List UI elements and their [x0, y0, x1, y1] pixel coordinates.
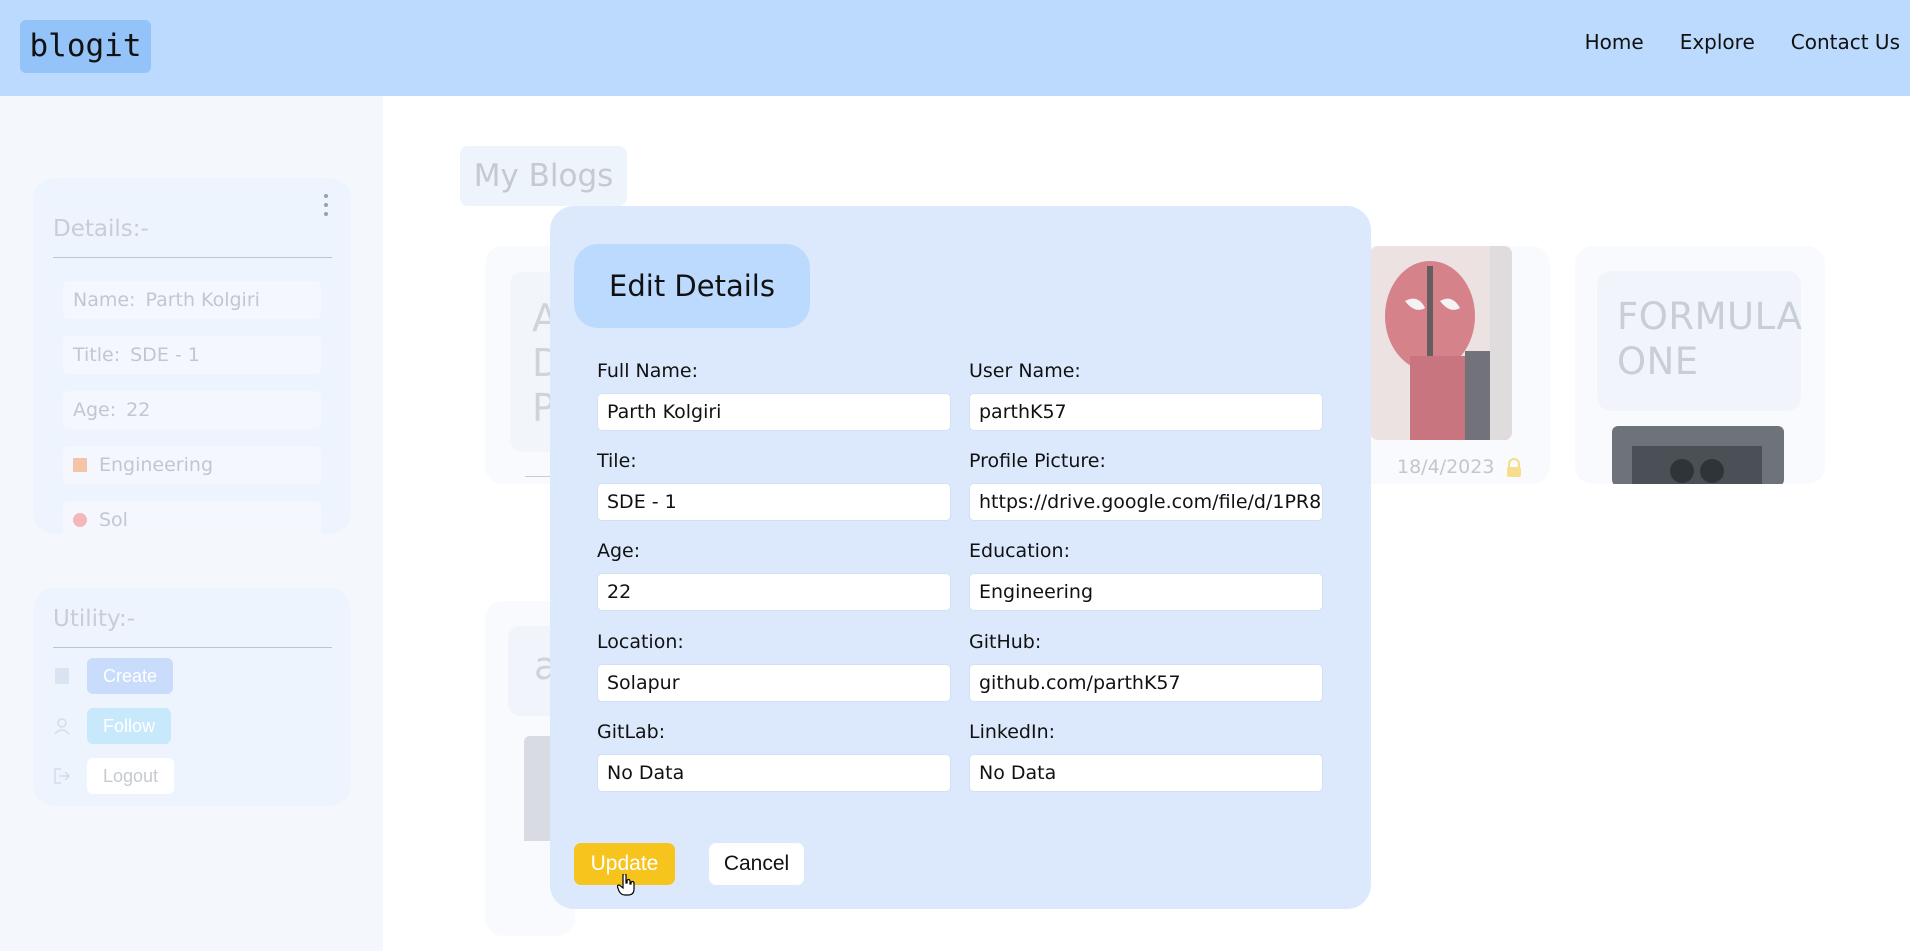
linkedin-label: LinkedIn:	[969, 721, 1056, 743]
more-options-icon[interactable]	[323, 194, 329, 216]
detail-title: Title: SDE - 1	[63, 336, 321, 374]
title-label: Tile:	[597, 450, 637, 472]
gitlab-input[interactable]: No Data	[597, 754, 951, 792]
detail-age-label: Age:	[73, 399, 117, 421]
full-name-field: Full Name: Parth Kolgiri	[597, 358, 951, 431]
user-name-field: User Name: parthK57	[969, 358, 1323, 431]
title-input[interactable]: SDE - 1	[597, 483, 951, 521]
create-row: Create	[53, 658, 174, 694]
building-icon	[73, 458, 87, 472]
title-field: Tile: SDE - 1	[597, 448, 951, 521]
details-divider	[53, 257, 332, 258]
education-input[interactable]: Engineering	[969, 573, 1323, 611]
detail-title-value: SDE - 1	[130, 344, 200, 366]
details-card: Details:- Name: Parth Kolgiri Title: SDE -…	[33, 178, 351, 534]
nav-explore-link[interactable]: Explore	[1680, 30, 1755, 54]
logout-row: Logout	[53, 758, 175, 794]
user-name-input[interactable]: parthK57	[969, 393, 1323, 431]
my-blogs-heading: My Blogs	[460, 146, 627, 206]
full-name-label: Full Name:	[597, 360, 698, 382]
detail-education-value: Engineering	[99, 454, 213, 476]
formula-title: FORMULA ONE	[1617, 294, 1802, 384]
edit-details-modal: Edit Details Full Name: Parth Kolgiri Us…	[550, 206, 1371, 909]
age-field: Age: 22	[597, 538, 951, 611]
github-label: GitHub:	[969, 631, 1042, 653]
formula-title-line-2: ONE	[1617, 340, 1699, 383]
location-pin-icon	[73, 513, 87, 527]
hand-cursor-icon	[617, 874, 635, 896]
user-name-label: User Name:	[969, 360, 1081, 382]
main-nav: Home Explore Contact Us	[1585, 30, 1900, 54]
detail-name-label: Name:	[73, 289, 136, 311]
location-input[interactable]: Solapur	[597, 664, 951, 702]
detail-education: Engineering	[63, 446, 321, 484]
logout-icon	[54, 768, 71, 784]
gitlab-label: GitLab:	[597, 721, 666, 743]
profile-picture-label: Profile Picture:	[969, 450, 1106, 472]
cancel-button[interactable]: Cancel	[709, 843, 804, 885]
profile-picture-field: Profile Picture: https://drive.google.co…	[969, 448, 1323, 521]
education-field: Education: Engineering	[969, 538, 1323, 611]
location-field: Location: Solapur	[597, 629, 951, 702]
github-input[interactable]: github.com/parthK57	[969, 664, 1323, 702]
utility-divider	[53, 647, 332, 648]
detail-age: Age: 22	[63, 391, 321, 429]
detail-name: Name: Parth Kolgiri	[63, 281, 321, 319]
detail-location-value: Sol	[99, 509, 128, 531]
lock-icon	[1507, 458, 1521, 477]
create-button[interactable]: Create	[87, 658, 174, 694]
utility-card-title: Utility:-	[53, 606, 136, 632]
blog-date: 18/4/2023	[1397, 456, 1495, 478]
education-label: Education:	[969, 540, 1070, 562]
full-name-input[interactable]: Parth Kolgiri	[597, 393, 951, 431]
gitlab-field: GitLab: No Data	[597, 719, 951, 792]
utility-card: Utility:- Create Follow Logout	[33, 588, 351, 806]
linkedin-input[interactable]: No Data	[969, 754, 1323, 792]
linkedin-field: LinkedIn: No Data	[969, 719, 1323, 792]
blog-card-formula-one[interactable]: FORMULA ONE	[1575, 246, 1825, 484]
formula-one-image	[1612, 426, 1784, 484]
follow-row: Follow	[53, 708, 172, 744]
age-label: Age:	[597, 540, 641, 562]
user-icon	[54, 718, 70, 735]
detail-name-value: Parth Kolgiri	[145, 289, 260, 311]
detail-age-value: 22	[126, 399, 151, 421]
blog-card-image-deadpool[interactable]	[1370, 246, 1512, 440]
details-card-title: Details:-	[53, 216, 149, 242]
brand-logo[interactable]: blogit	[20, 20, 151, 73]
top-navbar: blogit Home Explore Contact Us	[0, 0, 1910, 96]
nav-home-link[interactable]: Home	[1585, 30, 1644, 54]
age-input[interactable]: 22	[597, 573, 951, 611]
detail-title-label: Title:	[73, 344, 121, 366]
follow-button[interactable]: Follow	[87, 708, 172, 744]
logout-button[interactable]: Logout	[87, 758, 175, 794]
location-label: Location:	[597, 631, 684, 653]
modal-title: Edit Details	[574, 244, 810, 328]
nav-contact-link[interactable]: Contact Us	[1791, 30, 1900, 54]
github-field: GitHub: github.com/parthK57	[969, 629, 1323, 702]
formula-title-line-1: FORMULA	[1617, 295, 1803, 338]
document-icon	[55, 668, 69, 684]
profile-picture-input[interactable]: https://drive.google.com/file/d/1PR8x	[969, 483, 1323, 521]
detail-location: Sol	[63, 501, 321, 534]
